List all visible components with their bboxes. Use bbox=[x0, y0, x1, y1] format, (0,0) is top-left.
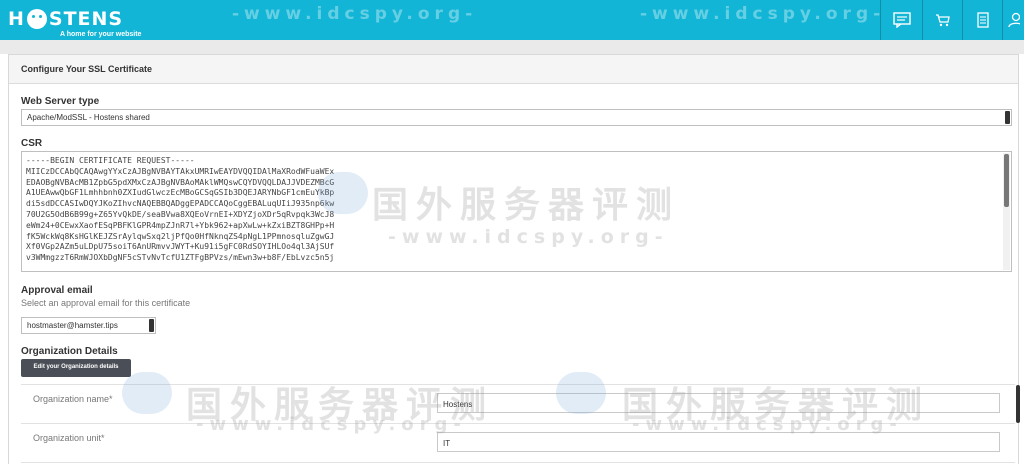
logo-letters-stens: STENS bbox=[48, 8, 124, 30]
csr-line: 70U2G5OdB6B99g+Z65YvQkDE/seaBVwa8XQEoVrn… bbox=[26, 209, 335, 219]
web-server-select[interactable]: Apache/ModSSL - Hostens shared bbox=[21, 109, 1012, 126]
top-header: H STENS A home for your website -www.idc… bbox=[0, 0, 1024, 40]
csr-line: fK5WckWq8KsHGlKEJZSrAylqwSxq2ljPfQo0HfNk… bbox=[26, 231, 335, 241]
approval-email-label: Approval email bbox=[21, 285, 93, 296]
row-divider bbox=[21, 462, 1015, 463]
logo-tagline: A home for your website bbox=[60, 31, 142, 38]
watermark-url-header-2: -www.idcspy.org- bbox=[640, 4, 886, 24]
csr-line: di5sdDCCASIwDQYJKoZIhvcNAQEBBQADggEPADCC… bbox=[26, 199, 335, 209]
organization-name-label: Organization name* bbox=[33, 394, 113, 404]
header-icon-bar bbox=[880, 0, 1024, 40]
watermark-url-header-1: -www.idcspy.org- bbox=[232, 4, 478, 24]
web-server-label: Web Server type bbox=[21, 96, 100, 107]
hostens-logo[interactable]: H STENS A home for your website bbox=[8, 4, 148, 38]
panel-title: Configure Your SSL Certificate bbox=[9, 55, 1018, 84]
csr-line: EDAOBgNVBAcMB1ZpbG5pdXMxCzAJBgNVBAoMAklW… bbox=[26, 177, 335, 187]
csr-scrollbar-thumb[interactable] bbox=[1004, 154, 1009, 207]
organization-name-input[interactable]: Hostens bbox=[437, 393, 1000, 413]
logo-wordmark: H STENS bbox=[8, 8, 123, 30]
chat-icon bbox=[892, 12, 911, 28]
csr-line: A1UEAwwQbGF1Lmhhbnh0ZXIudGlwczEcMBoGCSqG… bbox=[26, 188, 335, 198]
organization-unit-label: Organization unit* bbox=[33, 433, 105, 443]
web-server-selected: Apache/ModSSL - Hostens shared bbox=[27, 113, 150, 122]
cart-button[interactable] bbox=[922, 0, 962, 40]
approval-email-select[interactable]: hostmaster@hamster.tips bbox=[21, 317, 156, 334]
dropdown-arrow-icon bbox=[149, 319, 154, 332]
csr-line: -----BEGIN CERTIFICATE REQUEST----- bbox=[26, 156, 195, 165]
csr-line: v3WMmgzzT6RmWJOXbDgNF5cSTvNvTcfU1ZTFgBPV… bbox=[26, 253, 335, 263]
invoices-button[interactable] bbox=[962, 0, 1002, 40]
page-scrollbar-thumb[interactable] bbox=[1016, 385, 1020, 423]
chat-button[interactable] bbox=[880, 0, 922, 40]
logo-letter-h: H bbox=[8, 8, 25, 30]
edit-organization-button[interactable]: Edit your Organization details bbox=[21, 359, 131, 377]
organization-unit-input[interactable]: IT bbox=[437, 432, 1000, 452]
organization-details-label: Organization Details bbox=[21, 346, 118, 357]
csr-line: Xf0VGp2AZm5uLDpU75soiT6AnURmvvJWYT+Ku91i… bbox=[26, 242, 335, 252]
dropdown-arrow-icon bbox=[1005, 111, 1010, 124]
hippo-icon bbox=[26, 9, 47, 29]
csr-textarea[interactable]: -----BEGIN CERTIFICATE REQUEST----- MIIC… bbox=[21, 151, 1012, 272]
row-divider bbox=[21, 384, 1015, 385]
csr-line: eWm24+0CEwxXaofESqPBFKlGPR4mpZJnR7l+Ybk9… bbox=[26, 220, 335, 230]
account-button[interactable] bbox=[1002, 0, 1024, 40]
document-icon bbox=[976, 12, 989, 28]
csr-label: CSR bbox=[21, 138, 43, 149]
user-icon bbox=[1007, 12, 1020, 28]
cart-icon bbox=[935, 14, 950, 27]
row-divider bbox=[21, 423, 1015, 424]
approval-email-hint: Select an approval email for this certif… bbox=[21, 298, 191, 308]
csr-line: MIICzDCCAbQCAQAwgYYxCzAJBgNVBAYTAkxUMRIw… bbox=[26, 166, 335, 176]
header-gap bbox=[0, 40, 1024, 54]
approval-email-selected: hostmaster@hamster.tips bbox=[27, 321, 118, 330]
